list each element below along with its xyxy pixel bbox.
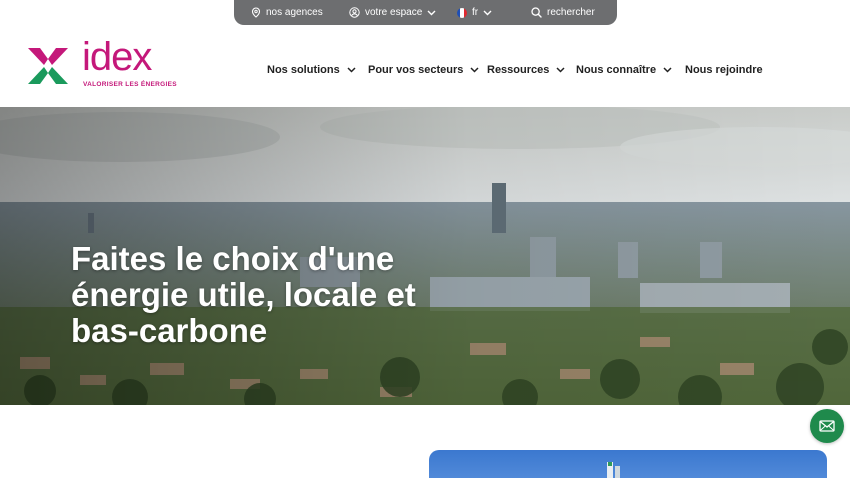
search-button[interactable]: rechercher bbox=[531, 0, 595, 25]
france-flag-icon bbox=[457, 7, 467, 18]
nav-item-sectors[interactable]: Pour vos secteurs bbox=[368, 60, 479, 80]
logo-wordmark: idex bbox=[82, 35, 152, 79]
contact-button[interactable] bbox=[810, 409, 844, 443]
nav-item-careers[interactable]: Nous rejoindre bbox=[685, 60, 763, 80]
card-illustration bbox=[607, 462, 620, 478]
nav-item-about[interactable]: Nous connaître bbox=[576, 60, 672, 80]
logo-tagline: VALORISER LES ÉNERGIES bbox=[83, 81, 177, 88]
nav-item-label: Ressources bbox=[487, 64, 550, 76]
chevron-down-icon bbox=[663, 67, 672, 73]
search-label: rechercher bbox=[547, 7, 595, 18]
chevron-down-icon bbox=[427, 10, 436, 15]
account-label: votre espace bbox=[365, 7, 423, 18]
nav-item-label: Nos solutions bbox=[267, 64, 340, 76]
idex-logo[interactable]: idex VALORISER LES ÉNERGIES bbox=[24, 37, 177, 93]
feature-card-image bbox=[429, 450, 827, 478]
user-circle-icon bbox=[349, 7, 360, 18]
location-pin-icon bbox=[251, 7, 261, 18]
mail-icon bbox=[819, 420, 835, 432]
idex-cross-icon bbox=[28, 48, 68, 84]
chevron-down-icon bbox=[470, 67, 479, 73]
account-dropdown[interactable]: votre espace bbox=[349, 0, 436, 25]
language-label: fr bbox=[472, 7, 479, 18]
agencies-label: nos agences bbox=[266, 7, 323, 18]
hero-title: Faites le choix d'une énergie utile, loc… bbox=[71, 240, 416, 349]
chevron-down-icon bbox=[347, 67, 356, 73]
nav-item-solutions[interactable]: Nos solutions bbox=[267, 60, 356, 80]
language-selector[interactable]: fr bbox=[457, 0, 492, 25]
chevron-down-icon bbox=[556, 67, 565, 73]
hero-banner: Faites le choix d'une énergie utile, loc… bbox=[0, 107, 850, 405]
nav-item-label: Nous connaître bbox=[576, 64, 657, 76]
agencies-link[interactable]: nos agences bbox=[251, 0, 323, 25]
chevron-down-icon bbox=[483, 10, 492, 15]
nav-item-label: Pour vos secteurs bbox=[368, 64, 464, 76]
search-icon bbox=[531, 7, 542, 18]
nav-item-resources[interactable]: Ressources bbox=[487, 60, 565, 80]
top-utility-bar: nos agences votre espace fr rechercher bbox=[234, 0, 617, 25]
nav-item-label: Nous rejoindre bbox=[685, 64, 763, 76]
